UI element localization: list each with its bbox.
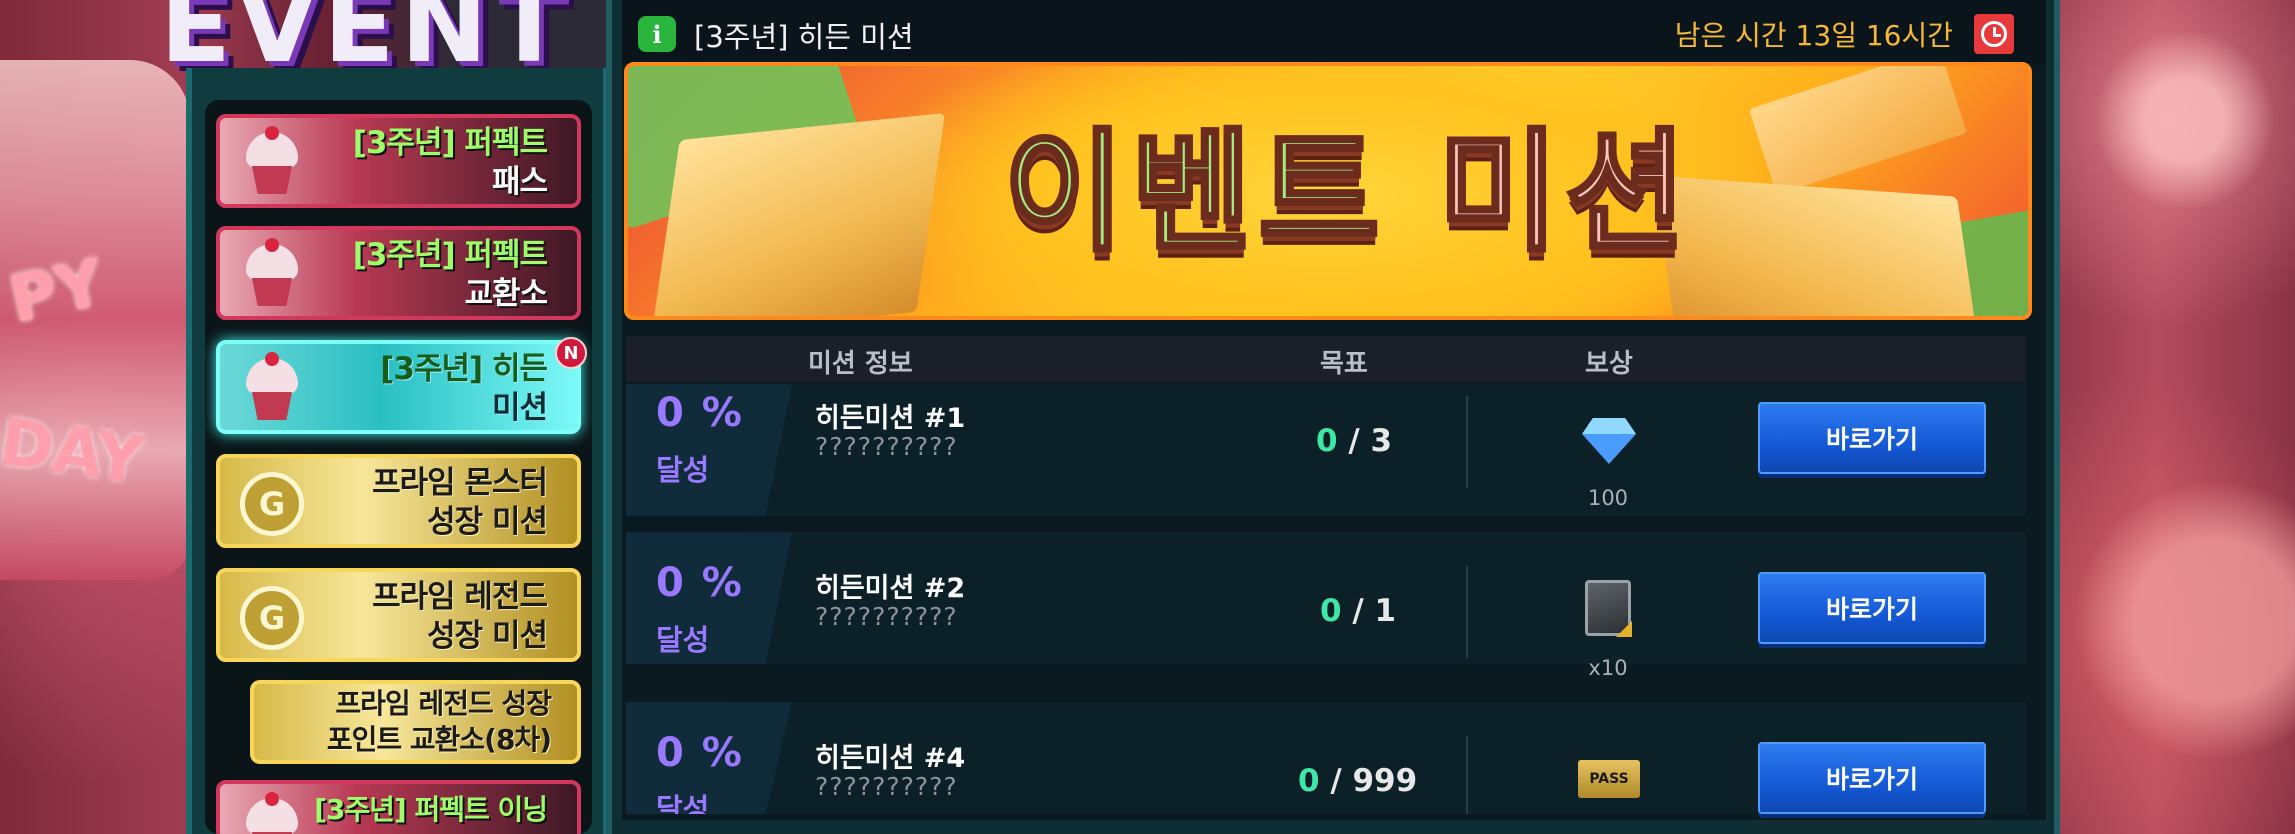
- mission-progress: 0 / 1: [1320, 593, 1397, 629]
- go-button[interactable]: 바로가기: [1758, 742, 1986, 814]
- mission-description: ??????????: [815, 432, 958, 461]
- medal-icon: G: [240, 586, 304, 650]
- mission-title: 히든미션 #2: [815, 573, 966, 604]
- mission-progress: 0 / 3: [1316, 423, 1393, 459]
- pass-ticket-icon: PASS: [1578, 760, 1640, 798]
- mission-progress: 0 / 999: [1298, 763, 1418, 799]
- column-mission-info: 미션 정보: [808, 349, 913, 379]
- gift-box-decoration: [650, 112, 946, 316]
- sidebar-item-label: 프라임 레전드 성장 미션: [372, 579, 548, 654]
- divider: [1466, 396, 1468, 488]
- mission-title: 히든미션 #4: [815, 743, 966, 774]
- sidebar-item-prime-legend-mission[interactable]: G 프라임 레전드 성장 미션: [216, 568, 581, 662]
- sidebar-item-label: [3주년] 퍼펙트 이닝: [314, 793, 548, 826]
- go-button[interactable]: 바로가기: [1758, 572, 1986, 644]
- diamond-icon: [1582, 418, 1636, 464]
- column-reward: 보상: [1585, 349, 1633, 379]
- clock-icon: [1974, 14, 2014, 54]
- sidebar-item-perfect-inning[interactable]: [3주년] 퍼펙트 이닝: [216, 780, 581, 834]
- event-banner: 이벤트 미션: [624, 62, 2032, 320]
- info-icon[interactable]: i: [638, 16, 676, 52]
- sidebar-item-prime-legend-exchange[interactable]: 프라임 레전드 성장 포인트 교환소(8차): [250, 680, 581, 764]
- divider: [1466, 736, 1468, 814]
- mission-percent: 0 %: [656, 390, 744, 436]
- mission-description: ??????????: [815, 602, 958, 631]
- banner-title: 이벤트 미션: [1001, 114, 1693, 272]
- sidebar-item-label: [3주년] 퍼펙트 패스: [352, 125, 548, 200]
- mission-done-label: 달성: [656, 623, 710, 657]
- gift-lid-decoration: [1748, 66, 1968, 195]
- cupcake-icon: [240, 792, 304, 834]
- sidebar-item-perfect-exchange[interactable]: [3주년] 퍼펙트 교환소: [216, 226, 581, 320]
- mission-percent: 0 %: [656, 730, 744, 776]
- sidebar-item-label: 프라임 레전드 성장 포인트 교환소(8차): [326, 687, 552, 756]
- divider: [1466, 566, 1468, 658]
- reward-count: 100: [1587, 486, 1629, 510]
- sidebar-item-label: [3주년] 히든 미션: [380, 351, 548, 426]
- right-decoration: [2065, 0, 2295, 834]
- cupcake-icon: [240, 352, 304, 422]
- cupcake-icon: [240, 126, 304, 196]
- reward-count: x10: [1588, 656, 1628, 680]
- sidebar-item-hidden-mission[interactable]: [3주년] 히든 미션: [216, 340, 581, 434]
- mission-title: 히든미션 #1: [815, 403, 966, 434]
- card-pack-icon: [1585, 580, 1631, 636]
- new-badge: N: [555, 337, 587, 369]
- gift-box-decoration: [1653, 175, 1983, 316]
- mission-description: ??????????: [815, 772, 958, 801]
- sidebar-item-label: [3주년] 퍼펙트 교환소: [352, 237, 548, 312]
- page-title: [3주년] 히든 미션: [694, 20, 914, 54]
- go-button[interactable]: 바로가기: [1758, 402, 1986, 474]
- mission-percent: 0 %: [656, 560, 744, 606]
- column-goal: 목표: [1320, 349, 1368, 379]
- medal-icon: G: [240, 472, 304, 536]
- sidebar-item-prime-monster-mission[interactable]: G 프라임 몬스터 성장 미션: [216, 454, 581, 548]
- mission-done-label: 달성: [656, 792, 710, 814]
- time-remaining: 남은 시간 13일 16시간: [1674, 19, 1953, 52]
- event-sidebar[interactable]: [3주년] 퍼펙트 패스 [3주년] 퍼펙트 교환소 [3주년] 히든 미션 G 프라…: [205, 100, 592, 834]
- cupcake-icon: [240, 238, 304, 308]
- sidebar-item-perfect-pass[interactable]: [3주년] 퍼펙트 패스: [216, 114, 581, 208]
- mission-done-label: 달성: [656, 453, 710, 487]
- sidebar-item-label: 프라임 몬스터 성장 미션: [372, 465, 548, 540]
